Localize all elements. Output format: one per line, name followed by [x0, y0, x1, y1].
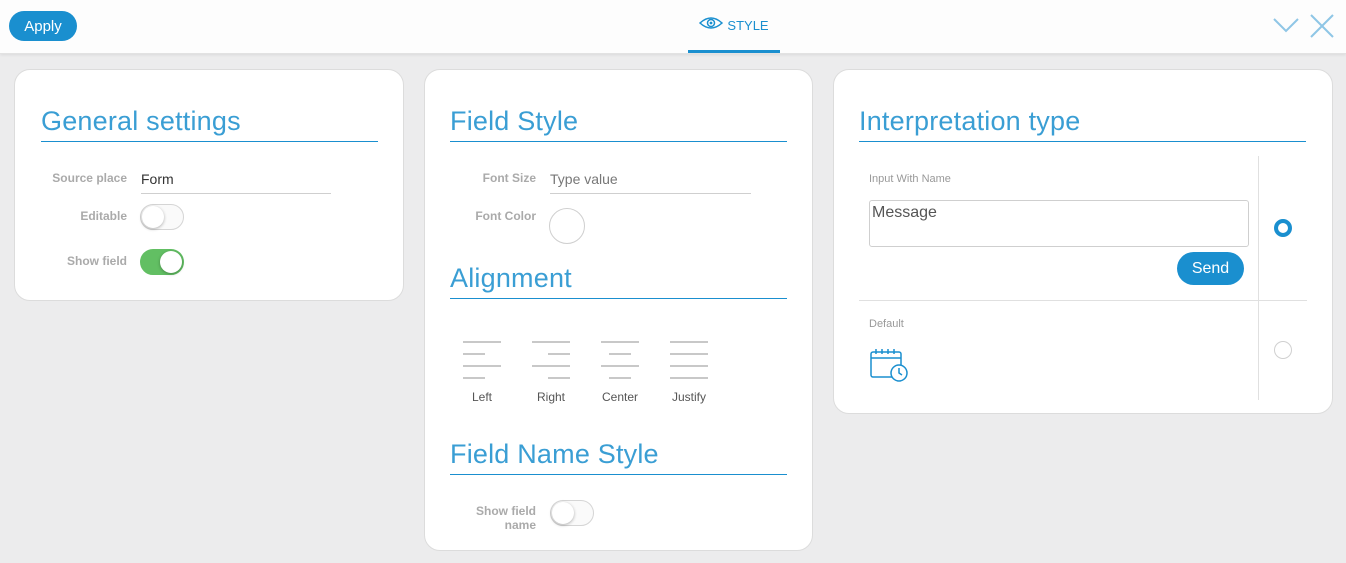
align-center-label: Center — [601, 390, 639, 404]
send-button[interactable]: Send — [1177, 252, 1244, 285]
general-settings-title: General settings — [41, 106, 378, 142]
editable-toggle[interactable] — [140, 204, 184, 230]
font-color-label: Font Color — [475, 209, 536, 223]
default-radio[interactable] — [1274, 341, 1292, 359]
align-justify-option[interactable]: Justify — [669, 338, 709, 404]
align-right-icon — [532, 341, 570, 379]
editable-label: Editable — [80, 209, 127, 223]
interpretation-type-title: Interpretation type — [859, 106, 1306, 142]
align-center-option[interactable]: Center — [600, 338, 640, 404]
show-field-label: Show field — [67, 254, 127, 268]
show-field-name-toggle[interactable] — [550, 500, 594, 526]
interpretation-type-card: Interpretation type Input With Name Mess… — [833, 69, 1333, 414]
tab-style[interactable]: STYLE — [688, 0, 780, 53]
apply-button[interactable]: Apply — [9, 11, 77, 41]
general-settings-card: General settings Source place Form Edita… — [14, 69, 404, 301]
show-field-name-label-line1: Show field — [476, 504, 536, 518]
chevron-down-icon[interactable] — [1272, 12, 1300, 40]
align-right-label: Right — [536, 390, 565, 404]
font-color-picker[interactable] — [549, 208, 585, 244]
default-label: Default — [869, 318, 904, 330]
input-with-name-label: Input With Name — [869, 173, 951, 185]
font-size-input[interactable]: Type value — [550, 171, 751, 194]
top-bar: Apply STYLE — [0, 0, 1346, 54]
calendar-clock-icon — [870, 349, 908, 382]
align-center-icon — [601, 341, 639, 379]
divider-horizontal — [859, 300, 1307, 301]
divider-vertical — [1258, 156, 1259, 400]
field-name-style-title: Field Name Style — [450, 439, 787, 475]
alignment-title: Alignment — [450, 263, 787, 299]
show-field-toggle[interactable] — [140, 249, 184, 275]
font-size-label: Font Size — [482, 171, 536, 185]
eye-icon — [699, 17, 724, 29]
source-place-label: Source place — [52, 171, 127, 185]
show-field-name-label-line2: name — [504, 518, 536, 532]
align-right-option[interactable]: Right — [531, 338, 571, 404]
message-input[interactable]: Message — [869, 200, 1249, 247]
field-style-card: Field Style Font Size Type value Font Co… — [424, 69, 813, 551]
align-justify-label: Justify — [671, 390, 706, 404]
align-left-icon — [463, 341, 501, 379]
align-left-option[interactable]: Left — [462, 338, 502, 404]
tab-style-label: STYLE — [727, 17, 769, 33]
source-place-field[interactable]: Form — [141, 171, 331, 194]
align-justify-icon — [670, 341, 708, 379]
input-with-name-radio[interactable] — [1274, 219, 1292, 237]
align-left-label: Left — [471, 390, 492, 404]
close-icon[interactable] — [1308, 12, 1336, 40]
field-style-title: Field Style — [450, 106, 787, 142]
